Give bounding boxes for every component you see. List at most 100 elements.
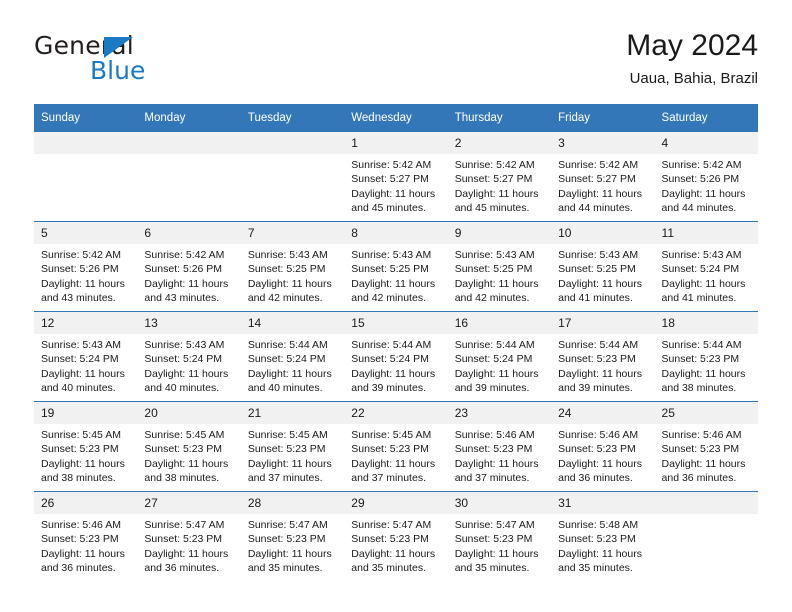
calendar-day-cell[interactable]: 6 Sunrise: 5:42 AM Sunset: 5:26 PM Daylight…	[137, 221, 241, 312]
daylight-text-line1: Daylight: 11 hours	[41, 547, 125, 560]
calendar-day-cell[interactable]: 9 Sunrise: 5:43 AM Sunset: 5:25 PM Daylight…	[447, 221, 552, 312]
calendar-day-cell-empty	[34, 132, 138, 222]
calendar-week-row: 5 Sunrise: 5:42 AM Sunset: 5:26 PM Daylight…	[34, 221, 758, 312]
sunset-text: Sunset: 5:25 PM	[351, 263, 429, 276]
calendar-day-cell[interactable]: 29 Sunrise: 5:47 AM Sunset: 5:23 PM Dayligh…	[344, 491, 448, 581]
sunset-text: Sunset: 5:24 PM	[144, 353, 223, 366]
day-details: Sunrise: 5:45 AM Sunset: 5:23 PM Daylight:…	[137, 424, 240, 486]
calendar-day-cell[interactable]: 16 Sunrise: 5:44 AM Sunset: 5:24 PM Dayligh…	[447, 311, 552, 402]
calendar-day-cell[interactable]: 10 Sunrise: 5:43 AM Sunset: 5:25 PM Dayligh…	[551, 221, 655, 312]
daylight-text-line2: and 42 minutes.	[247, 292, 323, 305]
sunrise-text: Sunrise: 5:43 AM	[351, 249, 432, 261]
triangle-icon	[104, 37, 133, 58]
calendar-day-cell[interactable]: 25 Sunrise: 5:46 AM Sunset: 5:23 PM Dayligh…	[654, 401, 758, 492]
sunrise-text: Sunrise: 5:42 AM	[41, 249, 121, 261]
calendar-day-cell[interactable]: 15 Sunrise: 5:44 AM Sunset: 5:24 PM Dayligh…	[344, 311, 448, 402]
calendar-day-cell[interactable]: 31 Sunrise: 5:48 AM Sunset: 5:23 PM Dayligh…	[551, 491, 655, 581]
daylight-text-line1: Daylight: 11 hours	[558, 277, 642, 290]
day-number: 24	[551, 402, 655, 424]
sunrise-text: Sunrise: 5:46 AM	[661, 429, 742, 441]
day-details: Sunrise: 5:47 AM Sunset: 5:23 PM Daylight:…	[448, 514, 551, 576]
day-number: 31	[551, 492, 655, 514]
day-details: Sunrise: 5:44 AM Sunset: 5:24 PM Daylight:…	[448, 334, 551, 396]
daylight-text-line1: Daylight: 11 hours	[144, 367, 229, 380]
calendar-header-row: Sunday Monday Tuesday Wednesday Thursday…	[34, 104, 758, 132]
calendar-day-cell[interactable]: 11 Sunrise: 5:43 AM Sunset: 5:24 PM Dayligh…	[654, 221, 758, 312]
sunset-text: Sunset: 5:24 PM	[247, 353, 326, 366]
calendar-day-cell[interactable]: 18 Sunrise: 5:44 AM Sunset: 5:23 PM Dayligh…	[654, 311, 758, 402]
calendar-day-cell[interactable]: 17 Sunrise: 5:44 AM Sunset: 5:23 PM Dayligh…	[551, 311, 655, 402]
calendar-day-cell[interactable]: 12 Sunrise: 5:43 AM Sunset: 5:24 PM Dayligh…	[34, 311, 138, 402]
calendar-day-cell[interactable]: 28 Sunrise: 5:47 AM Sunset: 5:23 PM Dayligh…	[240, 491, 345, 581]
calendar-day-cell[interactable]: 1 Sunrise: 5:42 AM Sunset: 5:27 PM Daylight…	[344, 132, 448, 222]
calendar-day-cell[interactable]: 8 Sunrise: 5:43 AM Sunset: 5:25 PM Daylight…	[344, 221, 448, 312]
sunset-text: Sunset: 5:23 PM	[41, 533, 119, 546]
sunset-text: Sunset: 5:24 PM	[454, 353, 533, 366]
day-number: 17	[551, 312, 655, 334]
day-details: Sunrise: 5:43 AM Sunset: 5:24 PM Daylight:…	[655, 244, 758, 306]
day-details: Sunrise: 5:45 AM Sunset: 5:23 PM Daylight:…	[34, 424, 137, 486]
daylight-text-line2: and 38 minutes.	[144, 472, 220, 485]
day-details: Sunrise: 5:48 AM Sunset: 5:23 PM Daylight:…	[551, 514, 654, 576]
daylight-text-line2: and 36 minutes.	[661, 472, 737, 485]
calendar-day-cell[interactable]: 3 Sunrise: 5:42 AM Sunset: 5:27 PM Daylight…	[551, 132, 655, 222]
daylight-text-line2: and 39 minutes.	[351, 382, 426, 395]
calendar-day-cell[interactable]: 19 Sunrise: 5:45 AM Sunset: 5:23 PM Dayligh…	[34, 401, 138, 492]
daylight-text-line2: and 37 minutes.	[247, 472, 323, 485]
calendar-page: General Blue May 2024 Uaua, Bahia, Brazi…	[0, 0, 792, 612]
calendar-day-cell[interactable]: 2 Sunrise: 5:42 AM Sunset: 5:27 PM Daylight…	[447, 132, 552, 222]
day-number: 8	[344, 222, 448, 244]
sunset-text: Sunset: 5:23 PM	[247, 443, 326, 456]
calendar-day-cell[interactable]: 20 Sunrise: 5:45 AM Sunset: 5:23 PM Dayligh…	[137, 401, 241, 492]
calendar-day-cell[interactable]: 30 Sunrise: 5:47 AM Sunset: 5:23 PM Dayligh…	[447, 491, 552, 581]
sunset-text: Sunset: 5:23 PM	[558, 443, 636, 456]
sunset-text: Sunset: 5:23 PM	[247, 533, 326, 546]
daylight-text-line2: and 40 minutes.	[247, 382, 323, 395]
daylight-text-line2: and 44 minutes.	[661, 202, 737, 215]
daylight-text-line2: and 36 minutes.	[558, 472, 633, 485]
day-number: 26	[34, 492, 138, 514]
calendar-day-cell[interactable]: 4 Sunrise: 5:42 AM Sunset: 5:26 PM Daylight…	[654, 132, 758, 222]
calendar-day-cell[interactable]: 21 Sunrise: 5:45 AM Sunset: 5:23 PM Dayligh…	[240, 401, 345, 492]
sunset-text: Sunset: 5:25 PM	[454, 263, 533, 276]
calendar-day-cell[interactable]: 23 Sunrise: 5:46 AM Sunset: 5:23 PM Dayligh…	[447, 401, 552, 492]
calendar-day-cell[interactable]: 27 Sunrise: 5:47 AM Sunset: 5:23 PM Dayligh…	[137, 491, 241, 581]
daylight-text-line1: Daylight: 11 hours	[661, 367, 746, 380]
day-number: 6	[137, 222, 241, 244]
calendar-day-cell[interactable]: 14 Sunrise: 5:44 AM Sunset: 5:24 PM Dayligh…	[240, 311, 345, 402]
calendar-day-cell[interactable]: 13 Sunrise: 5:43 AM Sunset: 5:24 PM Dayligh…	[137, 311, 241, 402]
calendar-day-cell[interactable]: 24 Sunrise: 5:46 AM Sunset: 5:23 PM Dayligh…	[551, 401, 655, 492]
calendar-day-cell[interactable]: 26 Sunrise: 5:46 AM Sunset: 5:23 PM Dayligh…	[34, 491, 138, 581]
page-subtitle: Uaua, Bahia, Brazil	[629, 70, 758, 87]
day-number: 7	[240, 222, 345, 244]
daylight-text-line1: Daylight: 11 hours	[247, 457, 332, 470]
sunset-text: Sunset: 5:23 PM	[144, 533, 223, 546]
day-details: Sunrise: 5:44 AM Sunset: 5:24 PM Daylight:…	[241, 334, 344, 396]
day-details: Sunrise: 5:42 AM Sunset: 5:26 PM Daylight:…	[655, 154, 758, 216]
day-number: 23	[447, 402, 552, 424]
calendar-day-cell[interactable]: 22 Sunrise: 5:45 AM Sunset: 5:23 PM Dayligh…	[344, 401, 448, 492]
day-number	[34, 132, 138, 154]
sunset-text: Sunset: 5:24 PM	[351, 353, 429, 366]
daylight-text-line1: Daylight: 11 hours	[144, 457, 229, 470]
sunrise-text: Sunrise: 5:43 AM	[41, 339, 121, 351]
daylight-text-line2: and 38 minutes.	[661, 382, 737, 395]
daylight-text-line1: Daylight: 11 hours	[454, 547, 539, 560]
daylight-text-line2: and 35 minutes.	[247, 562, 323, 575]
daylight-text-line1: Daylight: 11 hours	[247, 277, 332, 290]
sunrise-text: Sunrise: 5:47 AM	[351, 519, 432, 531]
calendar-day-cell[interactable]: 7 Sunrise: 5:43 AM Sunset: 5:25 PM Daylight…	[240, 221, 345, 312]
calendar-day-cell[interactable]: 5 Sunrise: 5:42 AM Sunset: 5:26 PM Daylight…	[34, 221, 138, 312]
daylight-text-line1: Daylight: 11 hours	[558, 547, 642, 560]
brand-logo[interactable]: General Blue	[34, 32, 254, 88]
daylight-text-line2: and 40 minutes.	[144, 382, 220, 395]
day-number: 10	[551, 222, 655, 244]
weekday-header-monday: Monday	[137, 104, 241, 132]
sunrise-text: Sunrise: 5:43 AM	[454, 249, 535, 261]
sunset-text: Sunset: 5:23 PM	[661, 353, 740, 366]
sunrise-text: Sunrise: 5:42 AM	[454, 159, 535, 171]
day-details: Sunrise: 5:43 AM Sunset: 5:24 PM Daylight:…	[137, 334, 240, 396]
day-number: 11	[654, 222, 758, 244]
daylight-text-line2: and 43 minutes.	[41, 292, 116, 305]
daylight-text-line2: and 44 minutes.	[558, 202, 633, 215]
